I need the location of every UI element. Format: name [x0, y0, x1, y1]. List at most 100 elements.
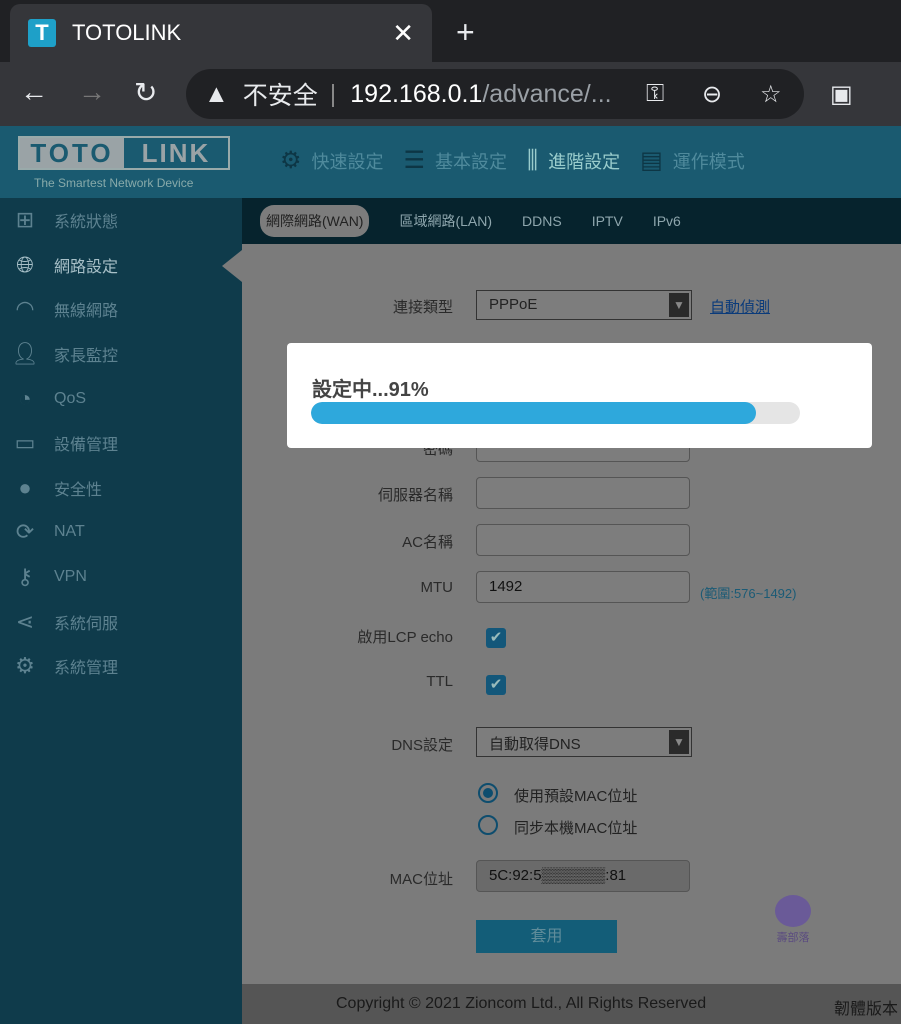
nav-label: 基本設定 [435, 151, 508, 172]
dns-value: 自動取得DNS [489, 736, 581, 753]
mac-clone-label: 同步本機MAC位址 [514, 820, 638, 837]
new-tab-button[interactable]: + [456, 14, 475, 51]
tab-wan[interactable]: 網際網路(WAN) [260, 205, 370, 237]
sidebar-label: 系統伺服 [54, 615, 119, 633]
extension-icon[interactable]: ▣ [830, 80, 853, 109]
copyright: Copyright © 2021 Zioncom Ltd., All Right… [336, 995, 707, 1012]
nav-label: 進階設定 [548, 151, 621, 172]
nav-basic-setup[interactable]: ☰ 基本設定 [404, 146, 508, 175]
sidebar-label: 網路設定 [54, 258, 119, 276]
ac-name-label: AC名稱 [402, 534, 453, 551]
sidebar-label: QoS [54, 389, 87, 407]
url-bar[interactable]: ▲ 不安全 | 192.168.0.1/advance/... ⚿ ⊖ ☆ [186, 69, 804, 119]
sidebar-item-parental[interactable]: 👤︎ 家長監控 [0, 332, 242, 377]
lock-icon: ● [18, 474, 32, 500]
lcp-label: 啟用LCP echo [357, 629, 453, 646]
reload-icon[interactable]: ↻ [134, 76, 157, 109]
back-icon[interactable]: ← [20, 76, 48, 108]
wifi-icon: ◠ [15, 296, 35, 322]
mtu-hint: (範圍:576~1492) [700, 586, 797, 601]
lcp-checkbox[interactable]: ✔ [486, 628, 506, 648]
sidebar-item-system-status[interactable]: ⊞ 系統狀態 [0, 198, 242, 243]
mode-icon: ▤ [640, 147, 663, 174]
nav-quick-setup[interactable]: ⚙ 快速設定 [280, 146, 384, 175]
dns-select[interactable]: 自動取得DNS ▼ [476, 727, 692, 757]
gauge-icon: ◔ [18, 385, 32, 411]
mac-default-label: 使用預設MAC位址 [514, 788, 638, 805]
tab-ddns[interactable]: DDNS [522, 213, 562, 229]
divider: | [329, 79, 337, 108]
nav-operation-mode[interactable]: ▤ 運作模式 [640, 146, 745, 175]
browser-tab[interactable]: T TOTOLINK ✕ [10, 4, 432, 62]
sidebar-item-nat[interactable]: ⟳ NAT [0, 510, 242, 555]
conn-type-label: 連接類型 [392, 299, 453, 316]
network-status-icon: ⊞ [15, 207, 35, 233]
watermark-text: 壽部落 [776, 932, 810, 944]
mtu-label: MTU [420, 579, 454, 596]
url-path: /advance/... [482, 79, 612, 108]
key-icon: ⚷ [16, 564, 34, 590]
globe-icon: 🌐︎ [16, 251, 34, 277]
sidebar-label: VPN [54, 568, 87, 586]
logo-right: LINK [141, 138, 211, 168]
chevron-down-icon: ▼ [669, 293, 689, 317]
sidebar-label: 無線網路 [54, 303, 119, 321]
sidebar-item-wireless[interactable]: ◠ 無線網路 [0, 287, 242, 332]
insecure-label: 不安全 [242, 82, 318, 110]
sidebar-item-vpn[interactable]: ⚷ VPN [0, 555, 242, 600]
ttl-checkbox[interactable]: ✔ [486, 675, 506, 695]
totolink-logo: TOTO LINK [18, 136, 230, 170]
totolink-favicon-icon: T [28, 19, 56, 47]
nav-advanced-setup[interactable]: ⫼ 進階設定 [527, 147, 620, 175]
tab-lan[interactable]: 區域網路(LAN) [399, 211, 492, 231]
refresh-icon: ⟳ [15, 519, 35, 545]
list-icon: ☰ [403, 147, 426, 174]
chevron-down-icon: ▼ [669, 730, 689, 754]
progress-dialog: 設定中...91% [287, 343, 872, 448]
share-icon: ⋖ [15, 608, 35, 634]
mac-label: MAC位址 [389, 871, 453, 888]
star-icon[interactable]: ☆ [760, 80, 782, 109]
zoom-icon[interactable]: ⊖ [702, 80, 722, 109]
progress-fill [311, 402, 756, 424]
sliders-icon: ⫼ [527, 146, 539, 174]
address-bar-row: ← → ↻ ▲ 不安全 | 192.168.0.1/advance/... ⚿ … [0, 62, 901, 126]
server-name-input[interactable] [476, 477, 690, 509]
tab-iptv[interactable]: IPTV [592, 213, 623, 229]
sidebar-item-qos[interactable]: ◔ QoS [0, 376, 242, 421]
mac-default-radio[interactable] [478, 783, 498, 803]
close-tab-icon[interactable]: ✕ [392, 18, 414, 49]
progress-text: 設定中...91% [312, 379, 429, 401]
sidebar-label: 設備管理 [54, 437, 119, 455]
mac-clone-radio[interactable] [478, 815, 498, 835]
key-icon[interactable]: ⚿ [646, 80, 664, 108]
mac-input[interactable]: 5C:92:5▒▒▒▒▒▒:81 [476, 860, 690, 892]
nav-label: 快速設定 [311, 151, 384, 172]
conn-type-select[interactable]: PPPoE ▼ [476, 290, 692, 320]
devices-icon: ▭ [14, 430, 36, 456]
sidebar-item-admin[interactable]: ⚙ 系統管理 [0, 644, 242, 689]
apply-button[interactable]: 套用 [476, 920, 617, 953]
slogan: The Smartest Network Device [34, 176, 194, 190]
url-host: 192.168.0.1 [350, 79, 483, 108]
auto-detect-link[interactable]: 自動偵測 [710, 296, 770, 317]
mtu-input[interactable]: 1492 [476, 571, 690, 603]
watermark-logo: 壽部落 [775, 895, 811, 945]
tab-title: TOTOLINK [72, 20, 182, 45]
sidebar-item-services[interactable]: ⋖ 系統伺服 [0, 599, 242, 644]
sidebar-item-devices[interactable]: ▭ 設備管理 [0, 421, 242, 466]
sidebar-item-network[interactable]: 🌐︎ 網路設定 [0, 243, 242, 288]
browser-tab-bar: T TOTOLINK ✕ + [0, 0, 901, 62]
sidebar-label: 安全性 [54, 481, 103, 499]
forward-icon[interactable]: → [78, 76, 106, 108]
progress-bar [311, 402, 800, 424]
sidebar-item-security[interactable]: ● 安全性 [0, 466, 242, 511]
sidebar-label: 家長監控 [54, 348, 119, 366]
sidebar-label: NAT [54, 523, 85, 541]
tab-ipv6[interactable]: IPv6 [653, 213, 681, 229]
ac-name-input[interactable] [476, 524, 690, 556]
top-nav: ⚙ 快速設定 ☰ 基本設定 ⫼ 進階設定 ▤ 運作模式 [280, 146, 753, 175]
sub-tabs: 網際網路(WAN) 區域網路(LAN) DDNS IPTV IPv6 [242, 198, 901, 244]
active-pointer [222, 250, 242, 282]
sidebar-label: 系統管理 [54, 660, 119, 678]
